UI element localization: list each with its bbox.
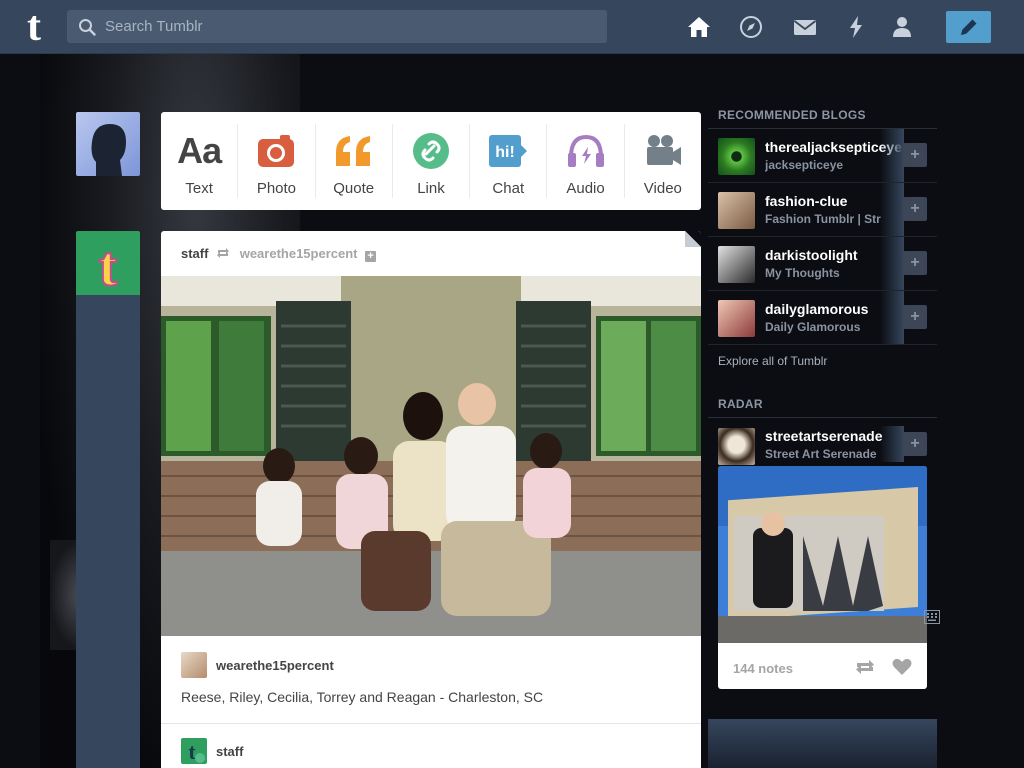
dashboard-post: staff wearethe15percent + wearethe15perc… xyxy=(161,231,701,768)
avatar-sticky-column xyxy=(76,295,140,768)
post-type-label: Chat xyxy=(492,180,525,197)
blog-avatar[interactable] xyxy=(718,138,755,175)
follow-button-shade xyxy=(880,291,904,344)
camera-icon xyxy=(258,135,295,167)
post-header: staff wearethe15percent + xyxy=(181,246,377,262)
follow-button-shade xyxy=(880,129,904,182)
text-aa-icon: Aa xyxy=(177,130,222,171)
headphones-icon xyxy=(567,134,604,167)
post-corner-fold xyxy=(685,231,701,247)
post-source[interactable]: wearethe15percent xyxy=(181,651,334,679)
tumblr-logo[interactable]: t xyxy=(18,6,50,48)
post-caption: Reese, Riley, Cecilia, Torrey and Reagan… xyxy=(181,689,544,705)
user-avatar[interactable] xyxy=(76,112,140,176)
blog-avatar[interactable] xyxy=(718,428,755,465)
keyboard-shortcuts-icon[interactable] xyxy=(924,610,940,624)
recommended-blog-item[interactable]: dailyglamorous Daily Glamorous + xyxy=(708,291,937,345)
follow-button-shade xyxy=(880,183,904,236)
post-type-video[interactable]: Video xyxy=(625,124,701,198)
tumblr-t-icon: t xyxy=(188,739,205,764)
post-photo-family-on-bench[interactable] xyxy=(161,276,701,636)
reblog-trail-row[interactable]: t staff xyxy=(181,738,243,764)
activity-lightning-icon[interactable] xyxy=(844,15,868,39)
avatar-silhouette-icon xyxy=(91,124,126,176)
reblog-small-icon xyxy=(217,248,230,258)
search-icon xyxy=(79,19,96,36)
follow-button[interactable]: + xyxy=(903,432,927,456)
top-navigation-bar: t xyxy=(0,0,1024,54)
link-icon xyxy=(412,133,449,169)
radar-title: RADAR xyxy=(708,397,937,418)
post-type-label: Link xyxy=(417,180,445,197)
staff-mini-avatar[interactable]: t xyxy=(181,738,207,764)
post-type-quote[interactable]: Quote xyxy=(316,124,393,198)
pencil-icon xyxy=(961,19,977,35)
explore-link[interactable]: Explore all of Tumblr xyxy=(708,345,937,385)
search-bar[interactable] xyxy=(67,10,607,43)
recommended-blog-item[interactable]: therealjacksepticeye jacksepticeye + xyxy=(708,129,937,183)
recommended-blog-item[interactable]: darkistoolight My Thoughts + xyxy=(708,237,937,291)
explore-compass-icon[interactable] xyxy=(739,15,763,39)
staff-avatar[interactable]: t xyxy=(76,231,140,295)
sidebar-bottom-fade xyxy=(708,719,937,768)
blog-avatar[interactable] xyxy=(718,192,755,229)
radar-blog-item[interactable]: streetartserenade Street Art Serenade + xyxy=(708,426,937,466)
post-type-chat[interactable]: hi! Chat xyxy=(470,124,548,198)
chat-icon-text: hi! xyxy=(495,144,515,161)
svg-text:t: t xyxy=(188,739,196,764)
home-icon[interactable] xyxy=(687,15,711,39)
tumblr-t-icon: t xyxy=(98,235,119,295)
post-type-text[interactable]: Aa Text xyxy=(161,124,239,198)
quote-icon xyxy=(335,136,370,166)
post-type-label: Video xyxy=(643,180,682,197)
radar-post-card: 144 notes xyxy=(718,466,927,689)
inbox-mail-icon[interactable] xyxy=(793,15,817,39)
reblog-trail-blog[interactable]: staff xyxy=(216,744,243,759)
post-type-label: Quote xyxy=(333,180,375,197)
blog-avatar[interactable] xyxy=(718,246,755,283)
account-person-icon[interactable] xyxy=(890,15,914,39)
radar-post-photo[interactable] xyxy=(718,466,927,643)
search-input[interactable] xyxy=(105,10,595,43)
svg-text:t: t xyxy=(99,236,118,295)
follow-button[interactable]: + xyxy=(903,197,927,221)
post-blog-name[interactable]: staff xyxy=(181,246,208,261)
post-divider xyxy=(161,723,701,724)
source-blog-avatar[interactable] xyxy=(181,652,207,678)
reblogged-from-name[interactable]: wearethe15percent xyxy=(240,246,358,261)
recommended-blogs-title: RECOMMENDED BLOGS xyxy=(708,108,937,129)
post-type-label: Photo xyxy=(256,180,297,197)
post-type-toolbar: Aa Text Photo Quote Link hi! Chat Audio … xyxy=(161,112,701,210)
post-type-label: Text xyxy=(185,180,213,197)
follow-button-shade xyxy=(880,237,904,290)
compose-post-button[interactable] xyxy=(946,11,991,43)
blog-avatar[interactable] xyxy=(718,300,755,337)
video-camera-icon xyxy=(646,135,681,165)
heart-like-icon[interactable] xyxy=(892,658,912,676)
right-sidebar: RECOMMENDED BLOGS therealjacksepticeye j… xyxy=(708,108,937,689)
source-blog-name[interactable]: wearethe15percent xyxy=(216,658,334,673)
follow-plus-icon[interactable]: + xyxy=(365,251,377,262)
follow-button[interactable]: + xyxy=(903,305,927,329)
post-type-link[interactable]: Link xyxy=(393,124,471,198)
post-type-label: Audio xyxy=(566,180,605,197)
chat-bubble-icon: hi! xyxy=(489,135,528,167)
follow-button[interactable]: + xyxy=(903,143,927,167)
reblog-icon[interactable] xyxy=(854,658,876,676)
post-type-audio[interactable]: Audio xyxy=(547,124,625,198)
follow-button-shade xyxy=(880,426,904,462)
post-type-photo[interactable]: Photo xyxy=(238,124,316,198)
recommended-blog-item[interactable]: fashion-clue Fashion Tumblr | Str + xyxy=(708,183,937,237)
notes-count[interactable]: 144 notes xyxy=(733,661,793,676)
follow-button[interactable]: + xyxy=(903,251,927,275)
